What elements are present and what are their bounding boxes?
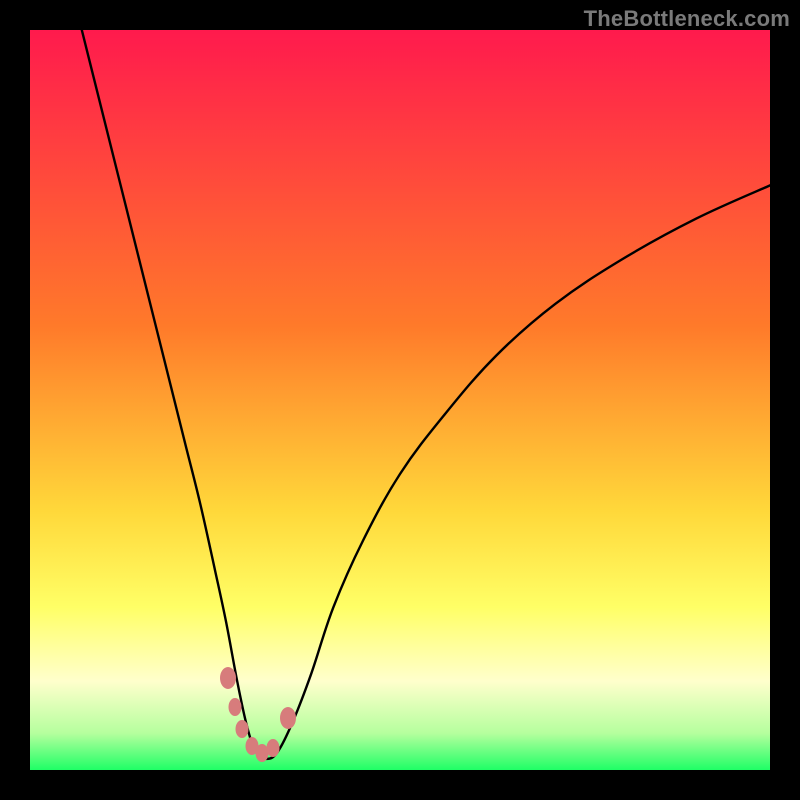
curve-marker	[266, 739, 279, 757]
curve-marker	[228, 698, 241, 716]
watermark-text: TheBottleneck.com	[584, 6, 790, 32]
chart-frame: TheBottleneck.com	[0, 0, 800, 800]
curve-marker	[220, 667, 236, 689]
bottleneck-curve	[30, 30, 770, 770]
curve-marker	[236, 720, 249, 738]
curve-marker	[280, 707, 296, 729]
plot-area	[30, 30, 770, 770]
